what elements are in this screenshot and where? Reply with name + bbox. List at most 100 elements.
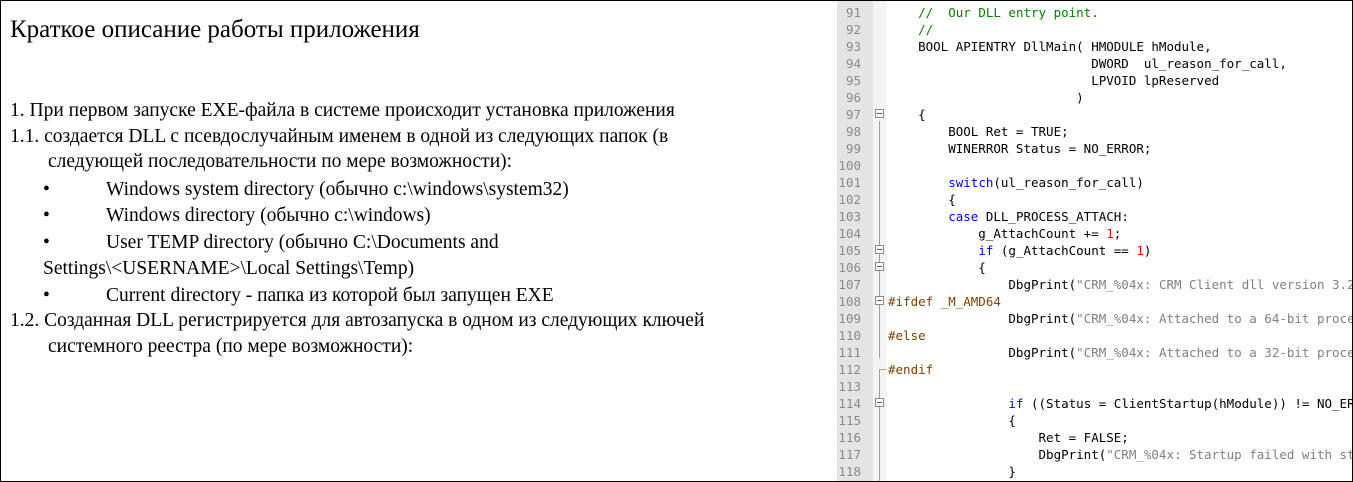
code-preprocessor: #endif bbox=[888, 362, 934, 377]
code-line[interactable]: 97 { bbox=[837, 106, 1352, 123]
code-token: ; bbox=[1113, 226, 1122, 241]
line-number: 91 bbox=[845, 5, 861, 20]
code-text: DbgPrint("CRM_%04x: Startup failed with … bbox=[888, 446, 1353, 463]
line-number: 108 bbox=[838, 294, 861, 309]
code-text: #ifdef _M_AMD64 bbox=[888, 293, 1001, 310]
code-token: Ret = FALSE; bbox=[888, 430, 1129, 445]
code-text: { bbox=[888, 412, 1016, 429]
code-line[interactable]: 107 DbgPrint("CRM_%04x: CRM Client dll v… bbox=[837, 276, 1352, 293]
code-line[interactable]: 106 { bbox=[837, 259, 1352, 276]
code-token: DLL_PROCESS_ATTACH: bbox=[978, 209, 1129, 224]
code-token: { bbox=[888, 260, 986, 275]
fold-end-marker bbox=[879, 369, 886, 370]
code-line[interactable]: 116 Ret = FALSE; bbox=[837, 429, 1352, 446]
code-line[interactable]: 91 // Our DLL entry point. bbox=[837, 4, 1352, 21]
document-page: Краткое описание работы приложения 1. Пр… bbox=[1, 1, 831, 481]
code-line[interactable]: 114 if ((Status = ClientStartup(hModule)… bbox=[837, 395, 1352, 412]
code-token: } bbox=[888, 464, 1016, 479]
code-line[interactable]: 104 g_AttachCount += 1; bbox=[837, 225, 1352, 242]
code-text: // bbox=[888, 21, 933, 38]
code-line[interactable]: 105 if (g_AttachCount == 1) bbox=[837, 242, 1352, 259]
line-number: 95 bbox=[845, 73, 861, 88]
code-text: DbgPrint("CRM_%04x: Attached to a 32-bit… bbox=[888, 344, 1352, 361]
code-token: { bbox=[888, 192, 956, 207]
list-item-1-1-line2: следующей последовательности по мере воз… bbox=[48, 151, 513, 172]
code-text: // Our DLL entry point. bbox=[888, 4, 1099, 21]
code-text: DWORD ul_reason_for_call, bbox=[888, 55, 1287, 72]
line-number: 93 bbox=[845, 39, 861, 54]
code-line[interactable]: 92 // bbox=[837, 21, 1352, 38]
code-line[interactable]: 95 LPVOID lpReserved bbox=[837, 72, 1352, 89]
code-line[interactable]: 112 #endif bbox=[837, 361, 1352, 378]
code-comment: // bbox=[918, 22, 934, 37]
code-line[interactable]: 99 WINERROR Status = NO_ERROR; bbox=[837, 140, 1352, 157]
fold-toggle-icon[interactable] bbox=[875, 398, 884, 407]
bullet-icon: • bbox=[43, 232, 50, 253]
fold-toggle-icon[interactable] bbox=[875, 262, 884, 271]
code-line[interactable]: 98 BOOL Ret = TRUE; bbox=[837, 123, 1352, 140]
code-line[interactable]: 118 } bbox=[837, 463, 1352, 480]
code-line[interactable]: 117 DbgPrint("CRM_%04x: Startup failed w… bbox=[837, 446, 1352, 463]
code-preprocessor: #else bbox=[888, 328, 926, 343]
line-number: 103 bbox=[838, 209, 861, 224]
code-token: ((Status = ClientStartup(hModule)) != NO… bbox=[1023, 396, 1352, 411]
code-line[interactable]: 93 BOOL APIENTRY DllMain( HMODULE hModul… bbox=[837, 38, 1352, 55]
line-number: 94 bbox=[845, 56, 861, 71]
fold-toggle-icon[interactable] bbox=[875, 296, 884, 305]
code-string: "CRM_%04x: Attached to a 32-bit process … bbox=[1076, 345, 1352, 360]
code-token: { bbox=[888, 107, 926, 122]
code-text: WINERROR Status = NO_ERROR; bbox=[888, 140, 1151, 157]
bullet-item-current-dir: Current directory - папка из которой был… bbox=[106, 285, 554, 306]
line-number: 102 bbox=[838, 192, 861, 207]
code-line[interactable]: 110 #else bbox=[837, 327, 1352, 344]
code-line[interactable]: 113 bbox=[837, 378, 1352, 395]
line-number: 111 bbox=[838, 345, 861, 360]
code-token: DbgPrint( bbox=[888, 277, 1077, 292]
code-line[interactable]: 101 switch(ul_reason_for_call) bbox=[837, 174, 1352, 191]
code-line[interactable]: 115 { bbox=[837, 412, 1352, 429]
code-text: { bbox=[888, 106, 926, 123]
line-number: 96 bbox=[845, 90, 861, 105]
code-line[interactable]: 102 { bbox=[837, 191, 1352, 208]
line-number: 113 bbox=[838, 379, 861, 394]
composite-screenshot: Краткое описание работы приложения 1. Пр… bbox=[0, 0, 1353, 482]
line-number: 116 bbox=[838, 430, 861, 445]
line-number: 98 bbox=[845, 124, 861, 139]
code-text: { bbox=[888, 191, 956, 208]
line-number: 114 bbox=[838, 396, 861, 411]
code-text: } bbox=[888, 463, 1016, 480]
bullet-item-temp-dir-line1: User TEMP directory (обычно C:\Documents… bbox=[106, 232, 499, 253]
code-line[interactable]: 108 #ifdef _M_AMD64 bbox=[837, 293, 1352, 310]
line-number: 109 bbox=[838, 311, 861, 326]
list-item-1-1-line1: 1.1. создается DLL с псевдослучайным име… bbox=[10, 126, 669, 147]
code-line[interactable]: 100 bbox=[837, 157, 1352, 174]
code-token: ) bbox=[888, 90, 1084, 105]
bullet-icon: • bbox=[43, 205, 50, 226]
fold-toggle-icon[interactable] bbox=[875, 245, 884, 254]
code-keyword: case bbox=[948, 209, 979, 224]
code-token: DbgPrint( bbox=[888, 447, 1107, 462]
code-preprocessor: #ifdef _M_AMD64 bbox=[888, 294, 1001, 309]
code-string: "CRM_%04x: Attached to a 64-bit process … bbox=[1076, 311, 1352, 326]
code-editor[interactable]: 91 // Our DLL entry point. 92 //93 BOOL A… bbox=[837, 1, 1352, 481]
code-string: "CRM_%04x: Startup failed with status bbox=[1106, 447, 1352, 462]
code-number: 1 bbox=[1106, 226, 1114, 241]
code-number: 1 bbox=[1136, 243, 1144, 258]
line-number: 112 bbox=[838, 362, 861, 377]
code-line[interactable]: 94 DWORD ul_reason_for_call, bbox=[837, 55, 1352, 72]
code-line[interactable]: 111 DbgPrint("CRM_%04x: Attached to a 32… bbox=[837, 344, 1352, 361]
code-line[interactable]: 103 case DLL_PROCESS_ATTACH: bbox=[837, 208, 1352, 225]
fold-toggle-icon[interactable] bbox=[875, 109, 884, 118]
code-line[interactable]: 109 DbgPrint("CRM_%04x: Attached to a 64… bbox=[837, 310, 1352, 327]
code-text: if ((Status = ClientStartup(hModule)) !=… bbox=[888, 395, 1352, 412]
code-text: { bbox=[888, 259, 986, 276]
code-token: DbgPrint( bbox=[888, 345, 1077, 360]
line-number: 107 bbox=[838, 277, 861, 292]
code-text: g_AttachCount += 1; bbox=[888, 225, 1121, 242]
code-line[interactable]: 96 ) bbox=[837, 89, 1352, 106]
line-number: 104 bbox=[838, 226, 861, 241]
